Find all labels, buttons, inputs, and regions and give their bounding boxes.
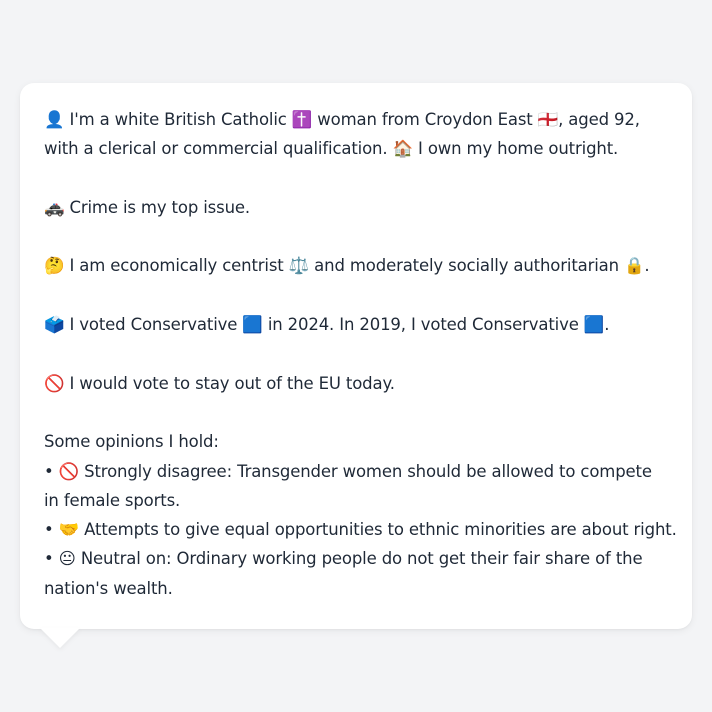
profile-line-identity: 👤 I'm a white British Catholic ✝️ woman … [44,110,640,129]
profile-line-qualification: with a clerical or commercial qualificat… [44,139,619,159]
opinion-item-3-line1: • 😐 Neutral on: Ordinary working people … [44,549,643,569]
profile-line-vote: 🗳️ I voted Conservative 🟦 in 2024. In 20… [44,315,610,335]
persona-message-bubble: 👤 I'm a white British Catholic ✝️ woman … [20,83,692,629]
bubble-tail [40,628,80,648]
opinion-item-3-line2: nation's wealth. [44,578,173,598]
profile-line-ideology: 🤔 I am economically centrist ⚖️ and mode… [44,256,650,276]
opinion-item-1-line2: in female sports. [44,490,181,510]
opinions-heading: Some opinions I hold: [44,432,219,452]
opinion-item-1-line1: • 🚫 Strongly disagree: Transgender women… [44,461,652,481]
profile-line-crime: 🚓 Crime is my top issue. [44,197,250,217]
opinion-item-2-line1: • 🤝 Attempts to give equal opportunities… [44,520,677,540]
profile-line-eu: 🚫 I would vote to stay out of the EU tod… [44,373,395,393]
